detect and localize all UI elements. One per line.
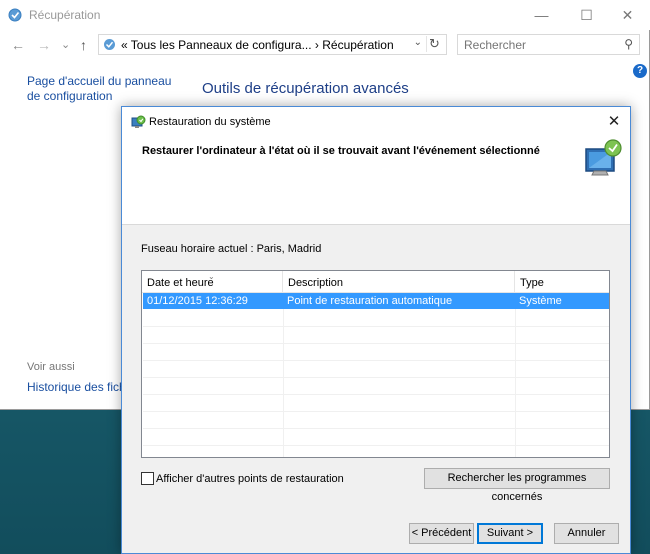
- see-also-label: Voir aussi: [27, 361, 75, 373]
- timezone-label: Fuseau horaire actuel : Paris, Madrid: [141, 243, 322, 255]
- checkbox-label: Afficher d'autres points de restauration: [156, 472, 344, 485]
- grid-line: [143, 360, 609, 361]
- search-icon[interactable]: ⚲: [624, 37, 633, 51]
- cell-date: 01/12/2015 12:36:29: [147, 295, 248, 307]
- address-dropdown-icon[interactable]: ⌄: [414, 37, 422, 48]
- window-title: Récupération: [29, 8, 101, 22]
- help-icon[interactable]: ?: [633, 64, 647, 78]
- grid-line: [143, 326, 609, 327]
- restore-points-table[interactable]: ⌄ Date et heure Description Type 01/12/2…: [141, 270, 610, 458]
- control-panel-icon: [104, 39, 115, 50]
- page-title: Outils de récupération avancés: [202, 80, 409, 97]
- grid-line: [143, 445, 609, 446]
- table-row[interactable]: 01/12/2015 12:36:29 Point de restauratio…: [143, 293, 609, 309]
- recent-locations-icon[interactable]: ⌄: [61, 38, 70, 51]
- search-input[interactable]: [458, 35, 608, 54]
- dialog-close-icon[interactable]: ✕: [603, 112, 625, 132]
- refresh-icon[interactable]: ↻: [426, 36, 442, 52]
- up-arrow-icon[interactable]: ↑: [80, 37, 87, 53]
- dialog-heading: Restaurer l'ordinateur à l'état où il se…: [142, 145, 540, 157]
- sort-caret-icon: ⌄: [208, 272, 215, 281]
- back-arrow-icon[interactable]: ←: [11, 37, 25, 53]
- computer-restore-icon: [585, 139, 622, 176]
- show-more-restore-points-checkbox[interactable]: Afficher d'autres points de restauration: [141, 472, 344, 485]
- table-header: ⌄ Date et heure Description Type: [142, 271, 609, 293]
- address-path: « Tous les Panneaux de configura... › Ré…: [121, 38, 394, 52]
- grid-line: [283, 309, 284, 457]
- scan-affected-programs-button[interactable]: Rechercher les programmes concernés: [424, 468, 610, 503]
- cancel-button[interactable]: Annuler: [554, 523, 619, 544]
- address-bar[interactable]: « Tous les Panneaux de configura... › Ré…: [98, 34, 447, 55]
- recovery-icon: [8, 8, 22, 22]
- system-restore-dialog: Restauration du système ✕ Restaurer l'or…: [121, 106, 631, 554]
- cell-description: Point de restauration automatique: [287, 295, 453, 307]
- dialog-title: Restauration du système: [149, 116, 271, 128]
- title-bar: Récupération — ☐ ✕: [0, 0, 650, 30]
- column-header-date[interactable]: ⌄ Date et heure: [142, 271, 283, 293]
- checkbox-box[interactable]: [141, 472, 154, 485]
- close-button[interactable]: ✕: [605, 0, 650, 30]
- grid-line: [143, 411, 609, 412]
- dialog-header: Restauration du système ✕ Restaurer l'or…: [122, 107, 630, 225]
- control-panel-home-link[interactable]: Page d'accueil du panneau de configurati…: [27, 74, 187, 104]
- column-header-description[interactable]: Description: [283, 271, 515, 293]
- maximize-button[interactable]: ☐: [564, 0, 609, 30]
- system-restore-icon: [131, 115, 146, 128]
- cell-type: Système: [519, 295, 562, 307]
- grid-line: [143, 377, 609, 378]
- grid-line: [143, 428, 609, 429]
- minimize-button[interactable]: —: [519, 0, 564, 30]
- next-button[interactable]: Suivant >: [477, 523, 543, 544]
- grid-line: [143, 343, 609, 344]
- forward-arrow-icon[interactable]: →: [37, 37, 51, 53]
- grid-line: [515, 309, 516, 457]
- search-box[interactable]: ⚲: [457, 34, 640, 55]
- grid-line: [143, 394, 609, 395]
- file-history-link[interactable]: Historique des fichi: [27, 380, 128, 395]
- column-header-type[interactable]: Type: [515, 271, 609, 293]
- previous-button[interactable]: < Précédent: [409, 523, 474, 544]
